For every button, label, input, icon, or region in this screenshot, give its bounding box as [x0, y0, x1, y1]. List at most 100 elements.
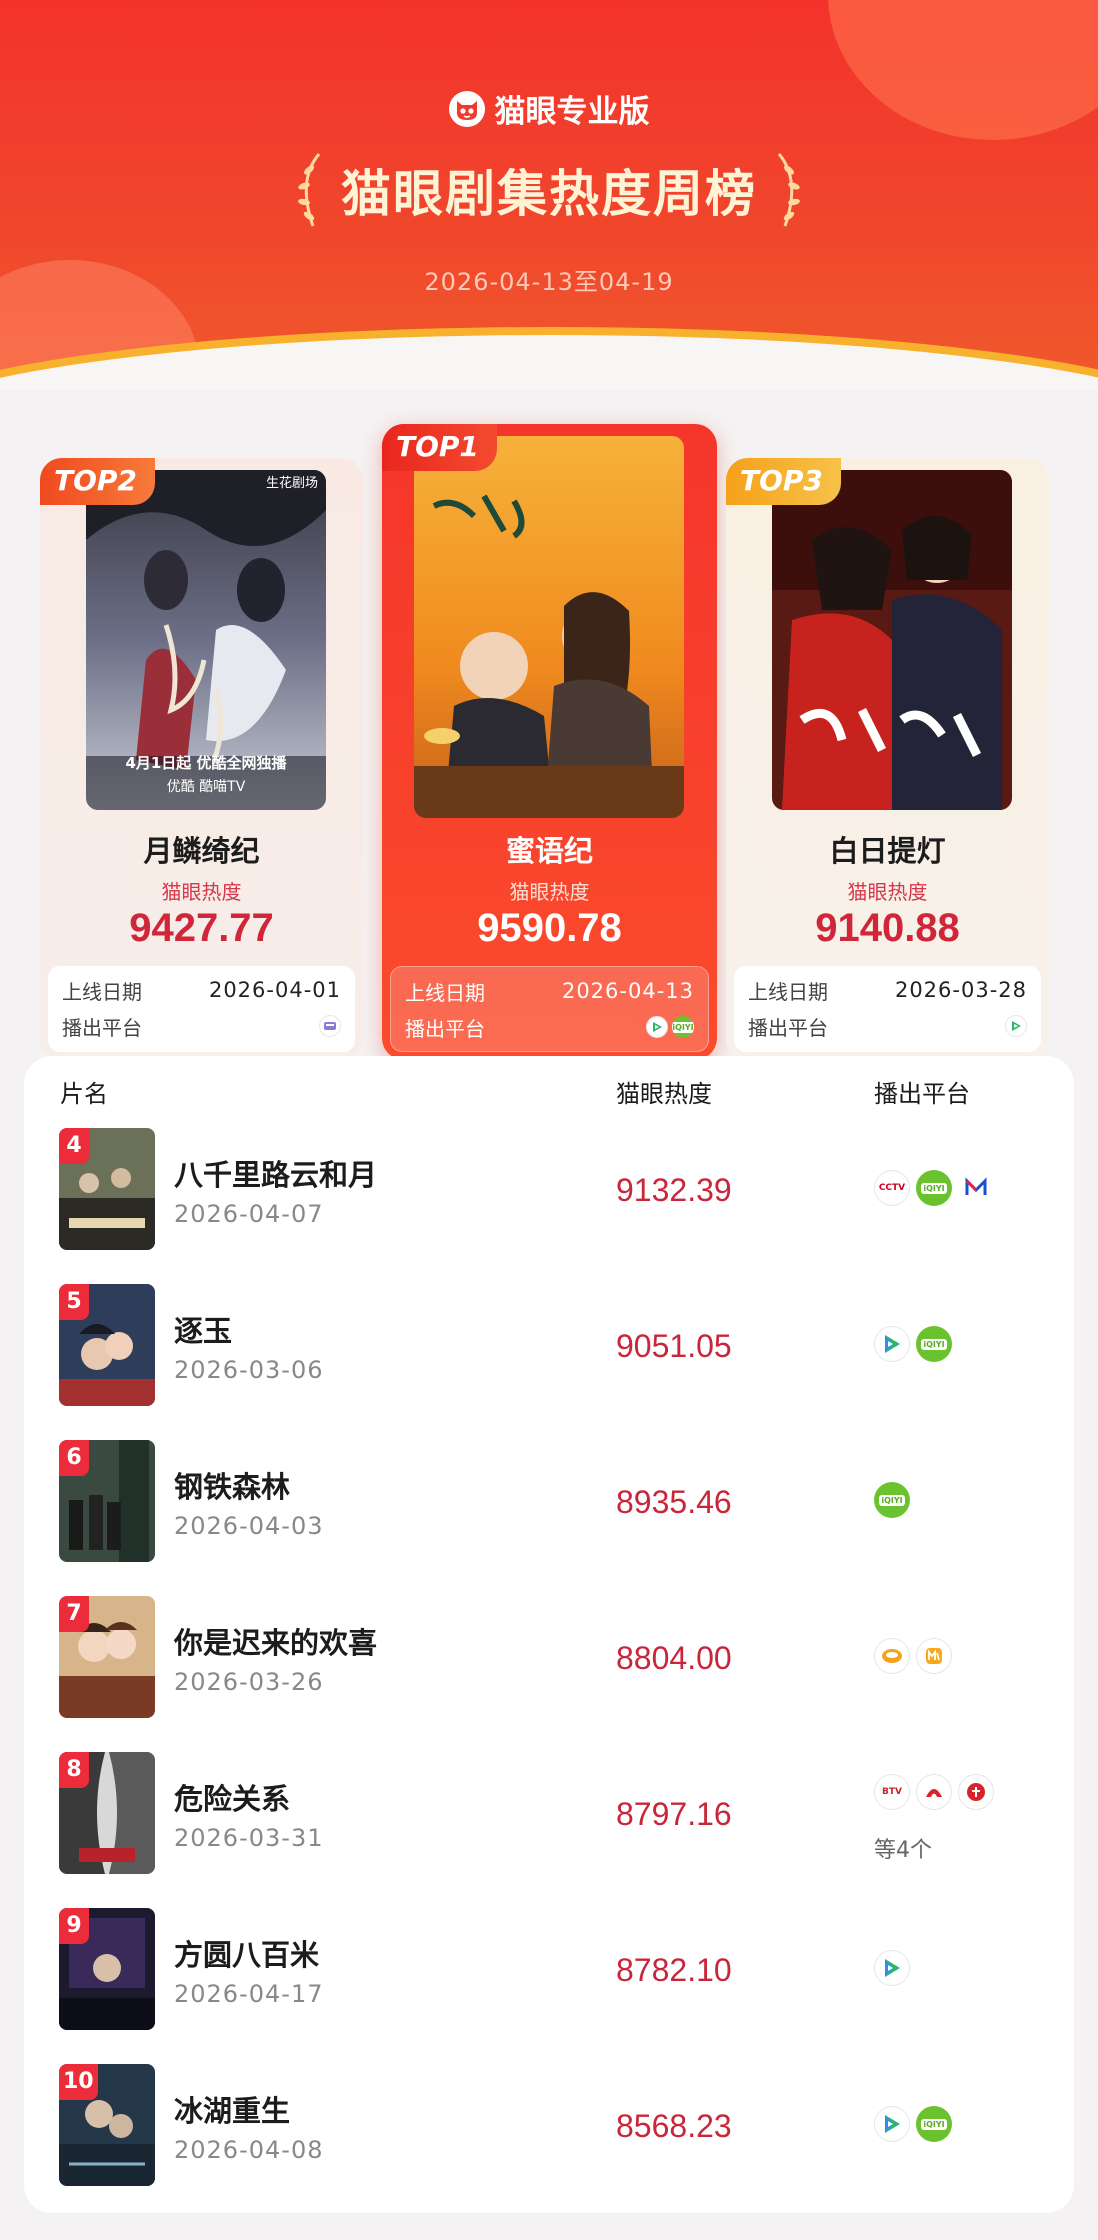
list-item[interactable]: 4 八千里路云和月 2026-04-07 9132.39 CCTV iQIYI: [24, 1114, 1074, 1270]
iqiyi-icon: iQIYI: [916, 1170, 952, 1206]
date-range: 2026-04-13至04-19: [424, 268, 674, 296]
brand-logo: 猫眼专业版: [0, 86, 1098, 131]
platform-label: 播出平台: [748, 1015, 828, 1040]
laurel-left-icon: [298, 153, 321, 227]
show-title: 你是迟来的欢喜: [174, 1626, 378, 1660]
brand-name: 猫眼专业版: [494, 94, 650, 130]
release-date: 2026-03-26: [174, 1668, 324, 1696]
release-date: 2026-04-07: [174, 1200, 324, 1228]
heat-value: 8568.23: [616, 2108, 732, 2144]
maoyan-cat-icon: [448, 90, 485, 127]
iqiyi-icon: iQIYI: [672, 1016, 694, 1038]
poster-image: [414, 436, 684, 818]
rank-badge: 7: [59, 1596, 89, 1632]
header-heat: 猫眼热度: [616, 1080, 712, 1108]
heat-value: 9590.78: [477, 906, 622, 950]
rank-badge: 10: [59, 2064, 98, 2100]
heat-value: 8935.46: [616, 1484, 732, 1520]
list-item[interactable]: 9 方圆八百米 2026-04-17 8782.10: [24, 1894, 1074, 2050]
mango-tv-icon: [916, 1638, 952, 1674]
cctv-icon: CCTV: [874, 1170, 910, 1206]
header-name: 片名: [60, 1080, 108, 1108]
iqiyi-icon: iQIYI: [916, 1326, 952, 1362]
iqiyi-icon: iQIYI: [916, 2106, 952, 2142]
rank-badge: 9: [59, 1908, 89, 1944]
list-item[interactable]: 5 逐玉 2026-03-06 9051.05 iQIYI: [24, 1270, 1074, 1426]
release-date: 2026-04-01: [208, 978, 341, 1002]
show-title: 方圆八百米: [174, 1938, 320, 1972]
rank-badge: 5: [59, 1284, 89, 1320]
poster-image: 4月1日起 优酷全网独播 优酷 酷喵TV 生花剧场: [86, 470, 326, 810]
heat-label: 猫眼热度: [161, 880, 242, 904]
release-date: 2026-04-13: [561, 979, 694, 1003]
heat-value: 9427.77: [129, 906, 274, 950]
youku-icon: [319, 1015, 341, 1037]
laurel-right-icon: [777, 153, 800, 227]
jiangsu-tv-icon: [958, 1774, 994, 1810]
list-item[interactable]: 7 你是迟来的欢喜 2026-03-26 8804.00: [24, 1582, 1074, 1738]
heat-value: 9140.88: [815, 906, 960, 950]
show-title: 危险关系: [174, 1782, 291, 1816]
list-item[interactable]: 6 钢铁森林 2026-04-03 8935.46 iQIYI: [24, 1426, 1074, 1582]
tencent-video-icon: [874, 1950, 910, 1986]
release-label: 上线日期: [748, 979, 828, 1004]
tencent-video-icon: [874, 1326, 910, 1362]
tencent-video-icon: [874, 2106, 910, 2142]
meta-box: 上线日期 2026-03-28 播出平台: [734, 966, 1041, 1052]
heat-value: 9051.05: [616, 1328, 732, 1364]
heat-label: 猫眼热度: [847, 880, 928, 904]
show-title: 月鳞绮纪: [143, 834, 260, 868]
poster-badge: 生花剧场: [265, 476, 318, 491]
platform-more[interactable]: 等4个: [874, 1832, 932, 1864]
show-title: 白日提灯: [829, 834, 946, 868]
top-card-2[interactable]: 4月1日起 优酷全网独播 优酷 酷喵TV 生花剧场 TOP2 月鳞绮纪 猫眼热度…: [40, 458, 363, 1060]
dragon-tv-icon: [916, 1774, 952, 1810]
rank-tag: TOP2: [40, 458, 155, 505]
release-date: 2026-03-06: [174, 1356, 324, 1384]
show-title: 冰湖重生: [174, 2094, 291, 2128]
page-title: 猫眼剧集热度周榜: [341, 165, 757, 223]
release-date: 2026-04-03: [174, 1512, 324, 1540]
btv-icon: BTV: [874, 1774, 910, 1810]
poster-image: [772, 470, 1012, 810]
top-card-3[interactable]: TOP3 白日提灯 猫眼热度 9140.88 上线日期 2026-03-28 播…: [726, 458, 1049, 1060]
hunan-tv-icon: [874, 1638, 910, 1674]
release-date: 2026-03-31: [174, 1824, 324, 1852]
iqiyi-icon: iQIYI: [874, 1482, 910, 1518]
meta-box: 上线日期 2026-04-01 播出平台: [48, 966, 355, 1052]
list-item[interactable]: 8 危险关系 2026-03-31 8797.16 BTV 等4个: [24, 1738, 1074, 1894]
show-title: 蜜语纪: [505, 834, 593, 868]
top-card-1[interactable]: TOP1 蜜语纪 猫眼热度 9590.78 上线日期 2026-04-13 播出…: [382, 424, 717, 1060]
release-date: 2026-03-28: [894, 978, 1027, 1002]
show-title: 逐玉: [174, 1314, 233, 1348]
release-label: 上线日期: [62, 979, 142, 1004]
list-item[interactable]: 10 冰湖重生 2026-04-08 8568.23 iQIYI: [24, 2050, 1074, 2206]
mgtv-icon: [958, 1170, 994, 1206]
header-banner: 猫眼专业版 猫眼剧集热度周榜 2026-04-13至04-19: [0, 0, 1098, 390]
poster-caption: 4月1日起 优酷全网独播: [125, 754, 287, 772]
platform-label: 播出平台: [405, 1016, 485, 1041]
list-header: 片名 猫眼热度 播出平台: [24, 1056, 1074, 1120]
ranking-list: 片名 猫眼热度 播出平台 4 八千里路云和月 2026-04-07 9132.3…: [24, 1056, 1074, 2213]
poster-subcaption: 优酷 酷喵TV: [166, 779, 246, 795]
heat-label: 猫眼热度: [509, 880, 590, 904]
header-platform: 播出平台: [874, 1080, 970, 1108]
show-title: 钢铁森林: [174, 1470, 291, 1504]
rank-tag: TOP3: [726, 458, 841, 505]
tencent-video-icon: [646, 1016, 668, 1038]
heat-value: 8782.10: [616, 1952, 732, 1988]
platform-label: 播出平台: [62, 1015, 142, 1040]
meta-box: 上线日期 2026-04-13 播出平台 iQIYI: [390, 966, 709, 1052]
heat-value: 9132.39: [616, 1172, 732, 1208]
heat-value: 8804.00: [616, 1640, 732, 1676]
tencent-video-icon: [1005, 1015, 1027, 1037]
rank-badge: 8: [59, 1752, 89, 1788]
heat-value: 8797.16: [616, 1796, 732, 1832]
rank-badge: 4: [59, 1128, 89, 1164]
release-date: 2026-04-08: [174, 2136, 324, 2164]
show-title: 八千里路云和月: [174, 1158, 378, 1192]
release-date: 2026-04-17: [174, 1980, 324, 2008]
rank-badge: 6: [59, 1440, 89, 1476]
release-label: 上线日期: [405, 980, 485, 1005]
rank-tag: TOP1: [382, 424, 497, 471]
